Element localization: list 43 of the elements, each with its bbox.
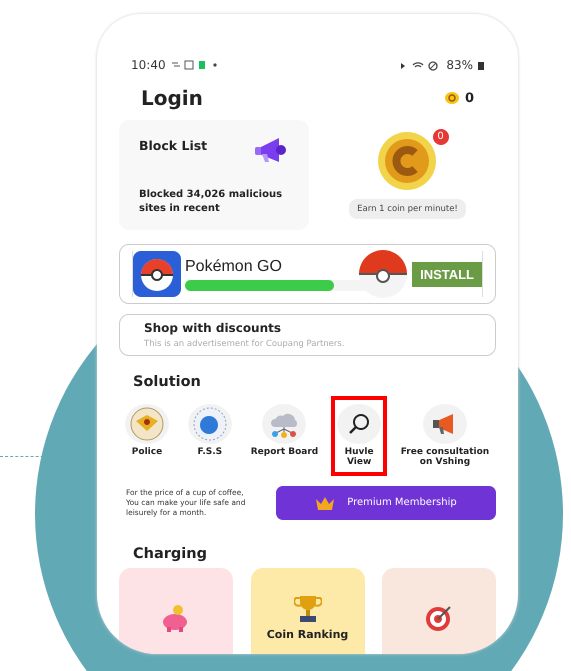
solution-label: Report Board <box>250 448 318 458</box>
target-icon <box>425 604 453 632</box>
shop-banner[interactable]: Shop with discounts This is an advertisement for Coupang Partners. <box>119 314 496 356</box>
crown-icon <box>315 496 336 510</box>
page-title: Login <box>141 86 203 110</box>
shop-subtitle: This is an advertisement for Coupang Partners. <box>144 339 346 349</box>
coin-count: 0 <box>464 90 474 106</box>
charging-card[interactable] <box>382 568 496 654</box>
pokeball-icon <box>358 249 408 299</box>
notification-icons <box>170 60 219 70</box>
charging-card[interactable]: Coin Ranking <box>250 568 364 654</box>
card-label: Coin Ranking <box>266 628 348 642</box>
earn-coin-button[interactable]: Earn 1 coin per minute! <box>349 199 466 219</box>
shop-title: Shop with discounts <box>144 321 282 335</box>
solution-item[interactable]: Report Board <box>244 396 324 466</box>
solution-label: F.S.S <box>198 448 222 458</box>
ad-banner[interactable]: Pokémon GO INSTALL <box>119 244 496 304</box>
battery-icon <box>478 60 484 70</box>
police-emblem-icon <box>130 407 164 441</box>
coin-icon <box>444 92 459 104</box>
battery-level: 83% <box>446 58 473 72</box>
globe-emblem-icon <box>192 407 227 441</box>
solution-label: Police <box>132 448 162 458</box>
solution-label: Huvle View <box>344 448 375 468</box>
blocked-sites-text: Blocked 34,026 malicious sites in recent <box>139 188 284 216</box>
solution-item[interactable]: Free consultation on Vshing <box>394 396 496 476</box>
app-name: Pokémon GO <box>185 258 283 276</box>
coin-badge: 0 <box>432 129 448 145</box>
block-list-card[interactable]: Block List Blocked 34,026 malicious sites in recent <box>119 120 309 230</box>
section-title: Solution <box>133 374 202 390</box>
section-title: Charging <box>133 546 208 562</box>
premium-membership-button[interactable]: Premium Membership <box>276 486 496 520</box>
status-time: 10:40 <box>131 58 166 72</box>
pokeball-app-icon <box>133 251 181 297</box>
solution-item[interactable]: Huvle View <box>331 396 388 476</box>
charging-card[interactable] <box>119 568 233 654</box>
search-icon <box>348 413 370 435</box>
solution-item[interactable]: Police <box>119 396 175 466</box>
card-title: Block List <box>139 138 208 153</box>
solution-label: Free consultation on Vshing <box>400 448 490 468</box>
solution-item[interactable]: F.S.S <box>182 396 238 466</box>
trophy-icon <box>294 594 322 624</box>
coin-icon <box>376 131 438 191</box>
